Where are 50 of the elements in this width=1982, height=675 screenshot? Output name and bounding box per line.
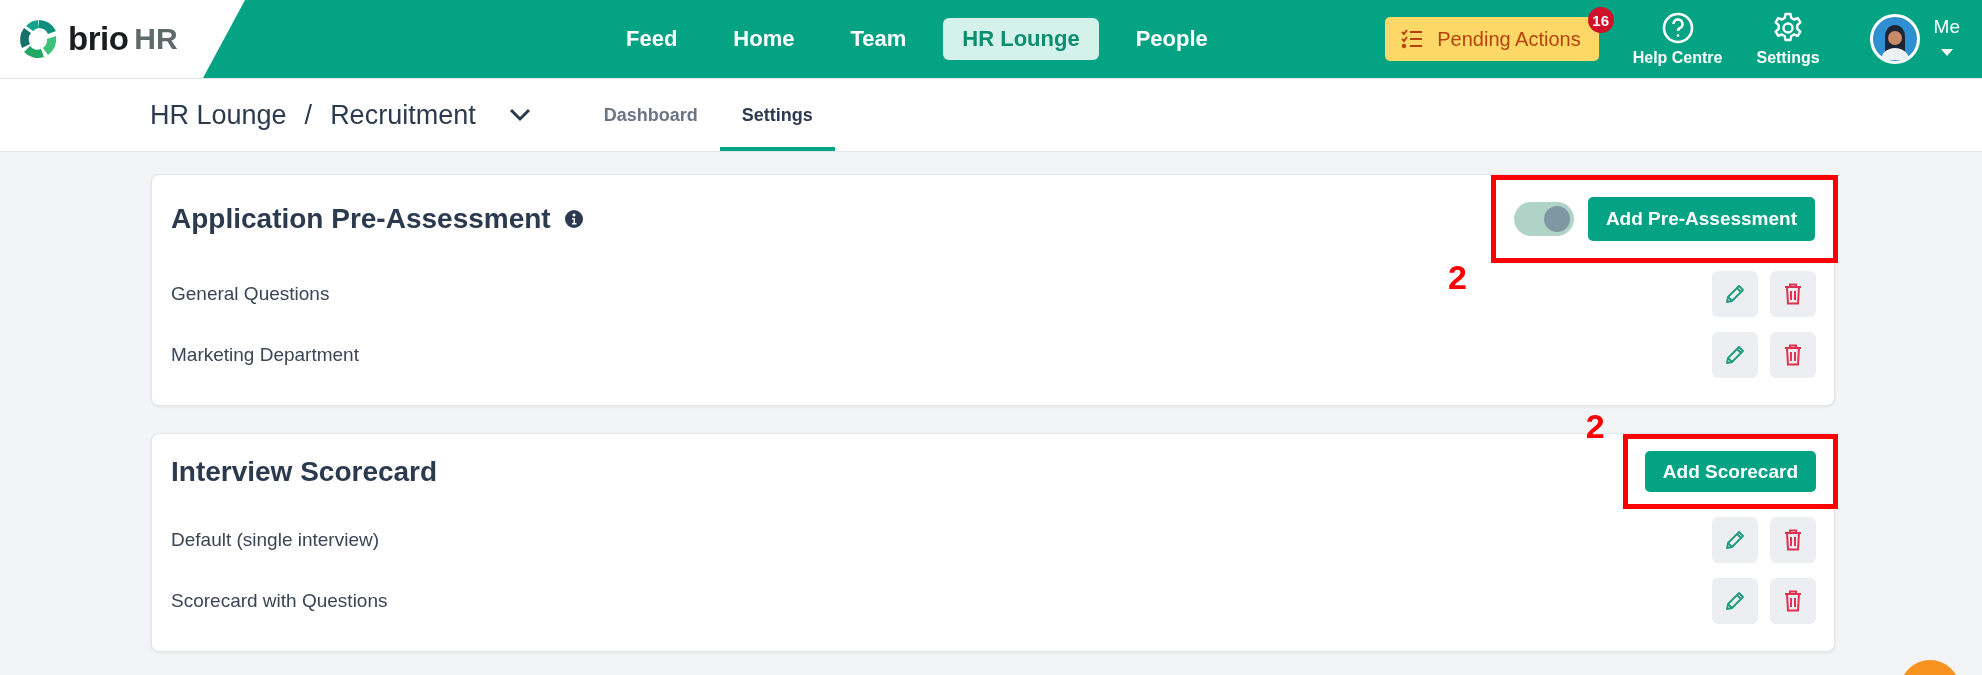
item-label: Marketing Department (171, 343, 359, 366)
item-label: Default (single interview) (171, 528, 380, 551)
help-centre-label[interactable]: Help Centre (1632, 48, 1723, 67)
avatar-icon[interactable] (1869, 14, 1920, 64)
logo-text: brio (68, 20, 129, 58)
item-label: General Questions (171, 282, 330, 305)
nav-tab[interactable]: Home (714, 18, 814, 60)
delete-button[interactable] (1770, 331, 1816, 378)
trash-icon (1784, 528, 1802, 551)
delete-button[interactable] (1770, 516, 1816, 563)
settings-icon[interactable] (1772, 11, 1805, 44)
pencil-icon (1725, 283, 1745, 304)
nav-tab[interactable]: Team (831, 18, 926, 60)
section-title: Interview Scorecard (171, 455, 438, 488)
edit-button[interactable] (1712, 516, 1758, 563)
checklist-icon (1401, 29, 1424, 49)
annotation-number: 2 (1447, 258, 1467, 297)
help-icon[interactable] (1661, 11, 1694, 44)
edit-button[interactable] (1712, 270, 1758, 317)
section-title: Application Pre-Assessment (171, 203, 551, 235)
pencil-icon (1725, 590, 1745, 611)
chevron-down-icon[interactable] (507, 107, 532, 123)
pencil-icon (1725, 529, 1745, 550)
annotation-number: 2 (1585, 407, 1605, 446)
delete-button[interactable] (1770, 577, 1816, 624)
nav-tab[interactable]: Feed (607, 18, 697, 60)
trash-icon (1784, 589, 1802, 612)
logo-text: HR (134, 22, 178, 56)
trash-icon (1784, 282, 1802, 305)
nav-tab[interactable]: People (1116, 18, 1227, 60)
caret-icon[interactable] (1939, 47, 1954, 57)
add-button[interactable]: Add Scorecard (1644, 451, 1816, 492)
count-badge: 16 (1587, 7, 1614, 33)
delete-button[interactable] (1770, 270, 1816, 317)
edit-button[interactable] (1712, 331, 1758, 378)
item-label: Scorecard with Questions (171, 589, 388, 612)
tab[interactable]: Settings (719, 79, 835, 151)
breadcrumb-separator: / (304, 99, 313, 131)
breadcrumb-current: Recruitment (330, 99, 476, 131)
user-name[interactable]: Me (1933, 15, 1960, 38)
toggle-switch[interactable] (1513, 202, 1574, 236)
settings-label[interactable]: Settings (1756, 48, 1820, 67)
breadcrumb-link[interactable]: HR Lounge (150, 99, 287, 131)
pencil-icon (1725, 344, 1745, 365)
nav-tab[interactable]: HR Lounge (943, 18, 1099, 60)
tab[interactable]: Dashboard (581, 79, 720, 151)
info-icon[interactable] (564, 210, 583, 228)
edit-button[interactable] (1712, 577, 1758, 624)
add-button[interactable]: Add Pre-Assessment (1587, 197, 1815, 241)
trash-icon (1784, 343, 1802, 366)
